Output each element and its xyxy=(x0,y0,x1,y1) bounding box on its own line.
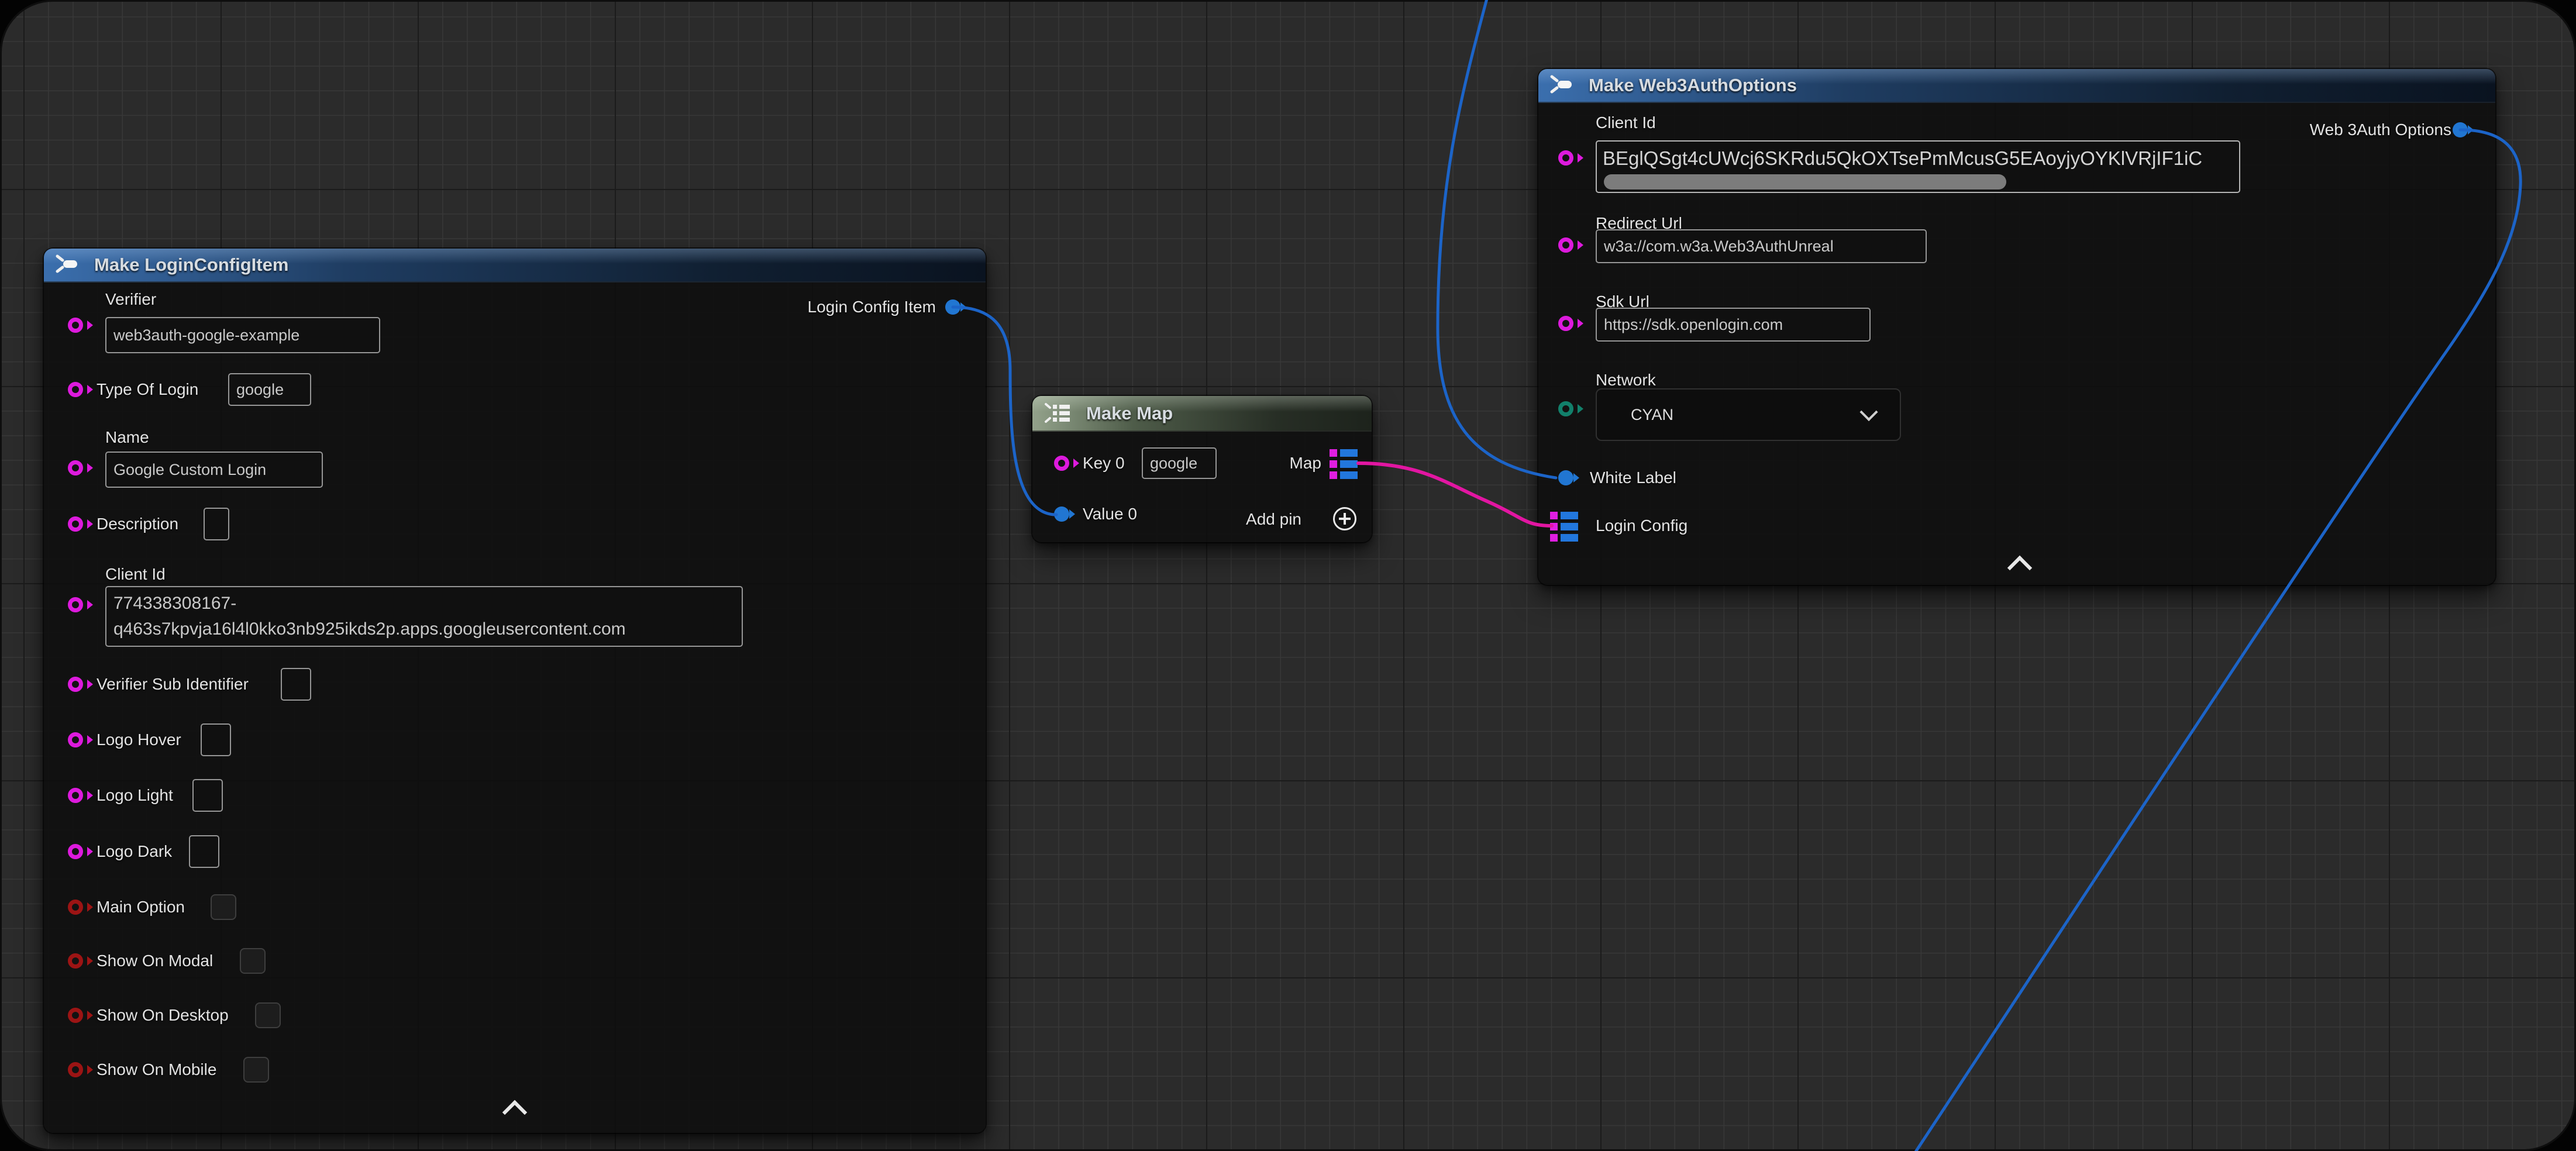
pin-label-logo-dark: Logo Dark xyxy=(97,842,172,861)
pin-verifier-sub-identifier[interactable] xyxy=(68,677,83,692)
pin-key-0[interactable] xyxy=(1054,456,1069,471)
pin-description[interactable] xyxy=(68,516,83,532)
pin-label-client-id: Client Id xyxy=(105,565,166,584)
pin-logo-light[interactable] xyxy=(68,788,83,803)
pin-output-map[interactable] xyxy=(1330,449,1358,479)
pin-main-option[interactable] xyxy=(68,900,83,915)
show-on-modal-checkbox[interactable] xyxy=(240,948,266,974)
client-id-scrollbar[interactable] xyxy=(1604,174,2006,189)
chevron-down-icon xyxy=(1859,403,1878,421)
pin-label-key-0: Key 0 xyxy=(1083,454,1125,473)
logo-dark-input[interactable] xyxy=(189,835,219,868)
pin-label-value-0: Value 0 xyxy=(1083,505,1137,523)
show-on-desktop-checkbox[interactable] xyxy=(255,1002,281,1028)
network-selected-value: CYAN xyxy=(1631,406,1673,424)
collapse-node-button[interactable] xyxy=(2007,556,2032,580)
redirect-url-input[interactable]: w3a://com.w3a.Web3AuthUnreal xyxy=(1596,229,1927,263)
pin-network[interactable] xyxy=(1558,401,1573,416)
pin-label-map: Map xyxy=(1290,454,1321,473)
pin-label-network: Network xyxy=(1596,371,1656,390)
pin-logo-dark[interactable] xyxy=(68,844,83,859)
pin-label-white-label: White Label xyxy=(1590,468,1676,487)
pin-client-id[interactable] xyxy=(68,597,83,612)
logo-light-input[interactable] xyxy=(192,779,223,812)
pin-show-on-modal[interactable] xyxy=(68,953,83,969)
add-pin-label: Add pin xyxy=(1246,510,1301,529)
pin-label-show-on-modal: Show On Modal xyxy=(97,952,213,970)
verifier-input[interactable]: web3auth-google-example xyxy=(105,317,380,353)
pin-label-logo-light: Logo Light xyxy=(97,786,173,805)
pin-label-login-config-item: Login Config Item xyxy=(808,298,936,316)
pin-logo-hover[interactable] xyxy=(68,732,83,747)
node-make-web3authoptions[interactable]: Make Web3AuthOptions Web 3Auth Options C… xyxy=(1538,69,2495,585)
client-id-line1: 774338308167- xyxy=(113,591,735,616)
pin-label-verifier: Verifier xyxy=(105,290,156,309)
pin-show-on-mobile[interactable] xyxy=(68,1062,83,1077)
key-0-input[interactable]: google xyxy=(1142,447,1217,479)
pin-label-type-of-login: Type Of Login xyxy=(97,380,198,399)
pin-login-config[interactable] xyxy=(1550,512,1578,542)
node-title: Make LoginConfigItem xyxy=(94,249,288,281)
pin-client-id[interactable] xyxy=(1558,150,1573,166)
pin-label-client-id: Client Id xyxy=(1596,113,1656,132)
pin-white-label[interactable] xyxy=(1558,470,1573,485)
pin-label-name: Name xyxy=(105,428,149,447)
node-title: Make Web3AuthOptions xyxy=(1589,69,1797,102)
network-dropdown[interactable]: CYAN xyxy=(1596,388,1901,441)
node-make-map[interactable]: Make Map Key 0 google Map Value 0 Add pi… xyxy=(1032,396,1372,542)
client-id-input[interactable]: 774338308167- q463s7kpvja16l4l0kko3nb925… xyxy=(105,586,743,647)
logo-hover-input[interactable] xyxy=(201,723,231,756)
add-pin-button[interactable] xyxy=(1333,507,1356,530)
pin-label-logo-hover: Logo Hover xyxy=(97,730,181,749)
sdk-url-input[interactable]: https://sdk.openlogin.com xyxy=(1596,308,1871,342)
pin-label-login-config: Login Config xyxy=(1596,516,1688,535)
blueprint-editor-screen: Make LoginConfigItem Login Config Item V… xyxy=(0,0,2576,1151)
pin-label-web3auth-options: Web 3Auth Options xyxy=(2310,120,2451,139)
pin-label-show-on-mobile: Show On Mobile xyxy=(97,1060,216,1079)
client-id-text: BEglQSgt4cUWcj6SKRdu5QkOXTsePmMcusG5EAoy… xyxy=(1597,142,2239,175)
make-map-icon xyxy=(1043,402,1073,425)
pin-label-verifier-sub-identifier: Verifier Sub Identifier xyxy=(97,675,249,694)
node-make-loginconfigitem[interactable]: Make LoginConfigItem Login Config Item V… xyxy=(44,249,986,1133)
pin-type-of-login[interactable] xyxy=(68,382,83,397)
node-header-make-web3authoptions[interactable]: Make Web3AuthOptions xyxy=(1538,69,2495,103)
main-option-checkbox[interactable] xyxy=(211,894,236,920)
wire-map-to-login-config[interactable] xyxy=(1358,463,1552,526)
pin-verifier[interactable] xyxy=(68,318,83,333)
pin-label-show-on-desktop: Show On Desktop xyxy=(97,1006,229,1025)
blueprint-graph-canvas[interactable]: Make LoginConfigItem Login Config Item V… xyxy=(0,0,2576,1151)
node-title: Make Map xyxy=(1086,396,1173,430)
make-struct-icon xyxy=(53,253,79,277)
show-on-mobile-checkbox[interactable] xyxy=(243,1057,269,1083)
name-input[interactable]: Google Custom Login xyxy=(105,452,323,488)
pin-redirect-url[interactable] xyxy=(1558,237,1573,253)
verifier-sub-identifier-input[interactable] xyxy=(281,668,311,701)
pin-show-on-desktop[interactable] xyxy=(68,1008,83,1023)
client-id-input[interactable]: BEglQSgt4cUWcj6SKRdu5QkOXTsePmMcusG5EAoy… xyxy=(1596,140,2240,193)
collapse-node-button[interactable] xyxy=(502,1100,527,1125)
node-header-make-map[interactable]: Make Map xyxy=(1032,396,1372,432)
client-id-line2: q463s7kpvja16l4l0kko3nb925ikds2p.apps.go… xyxy=(113,616,735,642)
type-of-login-input[interactable]: google xyxy=(228,373,311,406)
pin-label-main-option: Main Option xyxy=(97,898,185,916)
pin-label-description: Description xyxy=(97,515,178,533)
node-header-make-loginconfigitem[interactable]: Make LoginConfigItem xyxy=(44,249,986,282)
make-struct-icon xyxy=(1548,74,1573,97)
description-input[interactable] xyxy=(204,508,229,540)
pin-sdk-url[interactable] xyxy=(1558,316,1573,331)
pin-name[interactable] xyxy=(68,460,83,475)
